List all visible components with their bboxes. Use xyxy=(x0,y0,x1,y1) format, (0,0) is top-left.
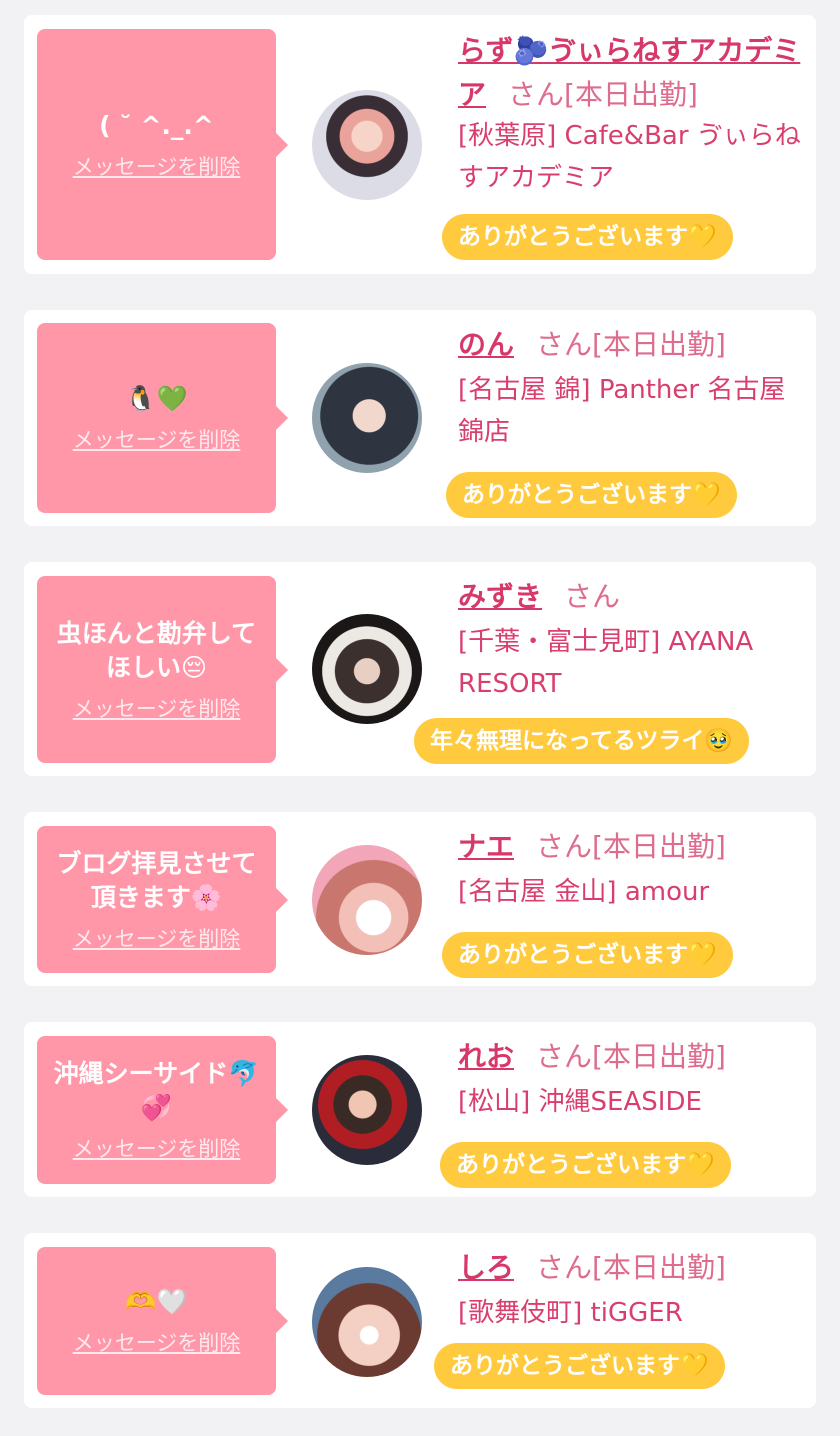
sender-info: しろ さん[本日出勤] [歌舞伎町] tiGGER xyxy=(458,1246,804,1334)
reply-badge[interactable]: ありがとうございます💛 xyxy=(440,1142,731,1188)
message-text: 沖縄シーサイド🐬💞 xyxy=(53,1059,260,1122)
sender-info: みずき さん [千葉・富士見町] AYANA RESORT xyxy=(458,575,804,705)
avatar[interactable] xyxy=(312,845,422,955)
avatar[interactable] xyxy=(312,614,422,724)
shop-name: [松山] 沖縄SEASIDE xyxy=(458,1087,702,1117)
honorific: さん xyxy=(508,78,565,111)
message-text: 🫶🤍 xyxy=(125,1287,188,1316)
work-status: [本日出勤] xyxy=(592,1251,726,1284)
message-card: 🐧💚 メッセージを削除 のん さん[本日出勤] [名古屋 錦] Panther 名… xyxy=(24,310,816,526)
sender-info: のん さん[本日出勤] [名古屋 錦] Panther 名古屋錦店 xyxy=(458,323,804,453)
message-bubble: ( ˘ ^._.^ メッセージを削除 xyxy=(37,29,288,260)
work-status: [本日出勤] xyxy=(564,78,698,111)
avatar[interactable] xyxy=(312,1267,422,1377)
work-status: [本日出勤] xyxy=(592,830,726,863)
message-card: 🫶🤍 メッセージを削除 しろ さん[本日出勤] [歌舞伎町] tiGGER ありが… xyxy=(24,1233,816,1408)
shop-name: [千葉・富士見町] AYANA RESORT xyxy=(458,627,754,699)
message-bubble: 沖縄シーサイド🐬💞 メッセージを削除 xyxy=(37,1036,288,1184)
message-bubble: 🫶🤍 メッセージを削除 xyxy=(37,1247,288,1395)
message-card: ( ˘ ^._.^ メッセージを削除 らず🫐ゔぃらねすアカデミア さん[本日出勤]… xyxy=(24,15,816,274)
work-status: [本日出勤] xyxy=(592,328,726,361)
sender-name-link[interactable]: れお xyxy=(458,1040,514,1073)
shop-name: [秋葉原] Cafe&Bar ゔぃらねすアカデミア xyxy=(458,121,801,193)
message-text: ( ˘ ^._.^ xyxy=(99,110,214,140)
reply-badge[interactable]: ありがとうございます💛 xyxy=(442,932,733,978)
avatar[interactable] xyxy=(312,363,422,473)
shop-name: [名古屋 金山] amour xyxy=(458,877,710,907)
message-bubble: ブログ拝見させて頂きます🌸 メッセージを削除 xyxy=(37,826,288,973)
delete-message-link[interactable]: メッセージを削除 xyxy=(73,424,241,454)
sender-info: らず🫐ゔぃらねすアカデミア さん[本日出勤] [秋葉原] Cafe&Bar ゔぃら… xyxy=(458,29,804,199)
shop-name: [歌舞伎町] tiGGER xyxy=(458,1298,683,1328)
sender-info: ナエ さん[本日出勤] [名古屋 金山] amour xyxy=(458,825,804,913)
sender-name-link[interactable]: のん xyxy=(458,328,514,361)
message-card: 虫ほんと勘弁してほしい😔 メッセージを削除 みずき さん [千葉・富士見町] AY… xyxy=(24,562,816,776)
reply-badge[interactable]: ありがとうございます💛 xyxy=(446,472,737,518)
message-bubble: 虫ほんと勘弁してほしい😔 メッセージを削除 xyxy=(37,576,288,763)
reply-badge[interactable]: 年々無理になってるツライ🥹 xyxy=(414,718,750,764)
sender-name-link[interactable]: みずき xyxy=(458,580,542,613)
delete-message-link[interactable]: メッセージを削除 xyxy=(73,923,241,953)
reply-badge[interactable]: ありがとうございます💛 xyxy=(434,1343,725,1389)
avatar[interactable] xyxy=(312,1055,422,1165)
honorific: さん xyxy=(536,1251,593,1284)
shop-name: [名古屋 錦] Panther 名古屋錦店 xyxy=(458,375,786,447)
delete-message-link[interactable]: メッセージを削除 xyxy=(73,151,241,181)
message-card: ブログ拝見させて頂きます🌸 メッセージを削除 ナエ さん[本日出勤] [名古屋 金… xyxy=(24,812,816,986)
honorific: さん xyxy=(536,328,593,361)
message-card: 沖縄シーサイド🐬💞 メッセージを削除 れお さん[本日出勤] [松山] 沖縄SEA… xyxy=(24,1022,816,1197)
delete-message-link[interactable]: メッセージを削除 xyxy=(73,1327,241,1357)
sender-info: れお さん[本日出勤] [松山] 沖縄SEASIDE xyxy=(458,1035,804,1123)
honorific: さん xyxy=(536,1040,593,1073)
message-bubble: 🐧💚 メッセージを削除 xyxy=(37,323,288,513)
avatar[interactable] xyxy=(312,90,422,200)
sender-name-link[interactable]: しろ xyxy=(458,1251,514,1284)
sender-name-link[interactable]: ナエ xyxy=(458,830,514,863)
message-text: ブログ拝見させて頂きます🌸 xyxy=(56,848,257,912)
message-text: 🐧💚 xyxy=(125,384,188,413)
reply-badge[interactable]: ありがとうございます💛 xyxy=(442,214,733,260)
delete-message-link[interactable]: メッセージを削除 xyxy=(73,1133,241,1163)
delete-message-link[interactable]: メッセージを削除 xyxy=(73,693,241,723)
honorific: さん xyxy=(564,580,621,613)
work-status: [本日出勤] xyxy=(592,1040,726,1073)
message-text: 虫ほんと勘弁してほしい😔 xyxy=(56,618,257,682)
honorific: さん xyxy=(536,830,593,863)
